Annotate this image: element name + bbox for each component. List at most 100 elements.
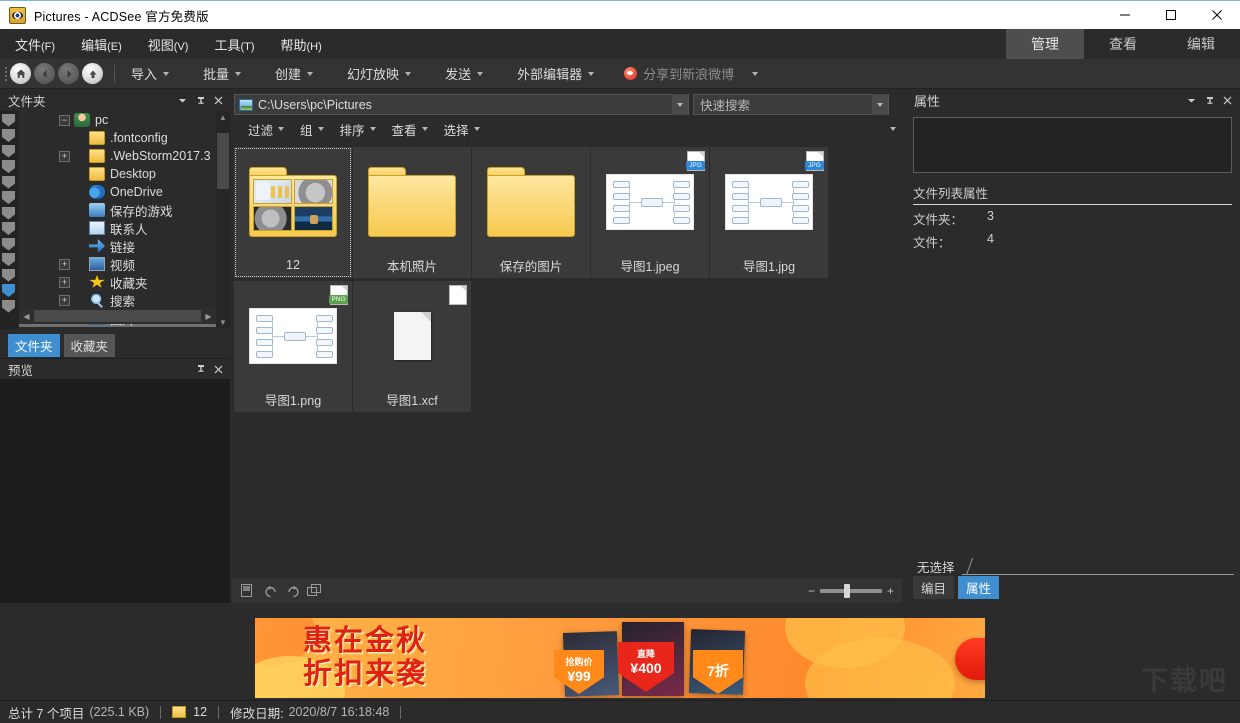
toolbar-send[interactable]: 发送: [437, 61, 491, 86]
maximize-icon[interactable]: [1148, 1, 1194, 30]
gutter-tag-selected[interactable]: [2, 284, 15, 297]
rotate-right-icon[interactable]: [284, 583, 301, 598]
zoom-slider[interactable]: [820, 589, 882, 593]
toolbar-slideshow[interactable]: 幻灯放映: [339, 61, 419, 86]
pin-icon[interactable]: [1202, 93, 1217, 108]
folder-tree[interactable]: − pc .fontconfig + .WebStorm2017.3: [0, 111, 230, 329]
menu-tools[interactable]: 工具(T): [203, 31, 265, 58]
back-icon[interactable]: [34, 63, 55, 84]
tree-vertical-scrollbar[interactable]: ▲ ▼: [216, 111, 230, 329]
gutter-tag[interactable]: [2, 145, 15, 158]
tree-item-contacts[interactable]: 联系人: [19, 219, 216, 237]
tree-item-documents[interactable]: + 文档: [19, 327, 216, 329]
thumbnail-grid[interactable]: 12 本机照片 保存的图片 JPG: [232, 145, 902, 573]
tree-item-pc[interactable]: − pc: [19, 111, 216, 129]
address-bar[interactable]: C:\Users\pc\Pictures: [234, 94, 689, 115]
grid-item[interactable]: 本机照片: [353, 147, 471, 278]
grid-item[interactable]: 导图1.xcf: [353, 281, 471, 412]
promo-banner[interactable]: 惠在金秋 折扣来袭 抢购价 ¥99 直降 ¥400: [255, 618, 985, 698]
scroll-left-icon[interactable]: ◀: [19, 309, 34, 323]
tree-item-favorites[interactable]: + 收藏夹: [19, 273, 216, 291]
scroll-down-icon[interactable]: ▼: [216, 316, 230, 329]
tree-expander-plus[interactable]: +: [59, 277, 70, 288]
close-icon[interactable]: [1194, 1, 1240, 30]
scroll-right-icon[interactable]: ▶: [201, 309, 216, 323]
toolbar-weibo-share[interactable]: 分享到新浪微博: [616, 61, 742, 86]
grid-item[interactable]: JPG: [591, 147, 709, 278]
toolbar-batch[interactable]: 批量: [195, 61, 249, 86]
gutter-tag[interactable]: [2, 114, 15, 127]
tree-item-webstorm[interactable]: + .WebStorm2017.3: [19, 147, 216, 165]
close-icon[interactable]: [1220, 93, 1235, 108]
close-icon[interactable]: [211, 93, 226, 108]
tree-item-onedrive[interactable]: OneDrive: [19, 183, 216, 201]
toolbar-external-editor[interactable]: 外部编辑器: [509, 61, 602, 86]
tree-horizontal-scrollbar[interactable]: ◀ ▶: [19, 308, 216, 324]
pin-icon[interactable]: [193, 93, 208, 108]
tab-folders[interactable]: 文件夹: [8, 334, 60, 357]
gutter-tag[interactable]: [2, 207, 15, 220]
toolbar-overflow-icon[interactable]: [752, 72, 758, 76]
tree-expander-plus[interactable]: +: [59, 259, 70, 270]
up-icon[interactable]: [82, 63, 103, 84]
zoom-control[interactable]: − +: [808, 584, 894, 598]
search-input[interactable]: 快速搜索: [693, 94, 889, 115]
gutter-tag[interactable]: [2, 300, 15, 313]
thumbnail-view-icon[interactable]: [240, 583, 257, 598]
menu-edit[interactable]: 编辑(E): [70, 31, 133, 58]
hscroll-track[interactable]: [34, 309, 201, 323]
tree-item-desktop[interactable]: Desktop: [19, 165, 216, 183]
tab-manage[interactable]: 管理: [1006, 29, 1084, 59]
filter-button[interactable]: 过滤: [241, 117, 291, 142]
gutter-tag[interactable]: [2, 269, 15, 282]
toolbar-grip[interactable]: [2, 65, 10, 83]
grid-item[interactable]: 保存的图片: [472, 147, 590, 278]
gutter-tag[interactable]: [2, 176, 15, 189]
gutter-tag[interactable]: [2, 238, 15, 251]
sort-button[interactable]: 排序: [333, 117, 383, 142]
select-button[interactable]: 选择: [437, 117, 487, 142]
tree-item-fontconfig[interactable]: .fontconfig: [19, 129, 216, 147]
tab-edit[interactable]: 编辑: [1162, 29, 1240, 59]
address-dropdown-icon[interactable]: [672, 94, 688, 115]
toolbar-import[interactable]: 导入: [123, 61, 177, 86]
menu-file[interactable]: 文件(F): [4, 31, 66, 58]
forward-icon[interactable]: [58, 63, 79, 84]
compare-icon[interactable]: [306, 583, 323, 598]
gutter-tag[interactable]: [2, 253, 15, 266]
search-dropdown-icon[interactable]: [872, 94, 888, 115]
tree-expander-minus[interactable]: −: [59, 115, 70, 126]
buy-now-button[interactable]: 立即抢购: [955, 638, 985, 680]
tab-catalog[interactable]: 编目: [913, 576, 954, 599]
group-button[interactable]: 组: [293, 117, 331, 142]
tree-expander-plus[interactable]: +: [59, 151, 70, 162]
chevron-down-icon[interactable]: [175, 93, 190, 108]
grid-item[interactable]: PNG: [234, 281, 352, 412]
grid-item[interactable]: JPG: [710, 147, 828, 278]
tree-item-searches[interactable]: + 搜索: [19, 291, 216, 309]
close-icon[interactable]: [211, 362, 226, 377]
zoom-in-button[interactable]: +: [887, 584, 894, 598]
tree-item-saved-games[interactable]: 保存的游戏: [19, 201, 216, 219]
tree-expander-plus[interactable]: +: [59, 295, 70, 306]
gutter-tag[interactable]: [2, 191, 15, 204]
zoom-slider-handle[interactable]: [844, 584, 850, 598]
tree-item-links[interactable]: 链接: [19, 237, 216, 255]
grid-item[interactable]: 12: [234, 147, 352, 278]
home-icon[interactable]: [10, 63, 31, 84]
zoom-out-button[interactable]: −: [808, 584, 815, 598]
hscroll-thumb[interactable]: [34, 310, 201, 322]
gutter-tag[interactable]: [2, 222, 15, 235]
tab-view[interactable]: 查看: [1084, 29, 1162, 59]
toolbar-create[interactable]: 创建: [267, 61, 321, 86]
pin-icon[interactable]: [193, 362, 208, 377]
gutter-tag[interactable]: [2, 129, 15, 142]
menu-help[interactable]: 帮助(H): [270, 31, 333, 58]
view-button[interactable]: 查看: [385, 117, 435, 142]
scroll-thumb[interactable]: [217, 133, 229, 189]
menu-view[interactable]: 视图(V): [137, 31, 200, 58]
tab-favorites[interactable]: 收藏夹: [64, 334, 116, 357]
scroll-up-icon[interactable]: ▲: [216, 111, 230, 124]
tree-item-videos[interactable]: + 视频: [19, 255, 216, 273]
rotate-left-icon[interactable]: [262, 583, 279, 598]
